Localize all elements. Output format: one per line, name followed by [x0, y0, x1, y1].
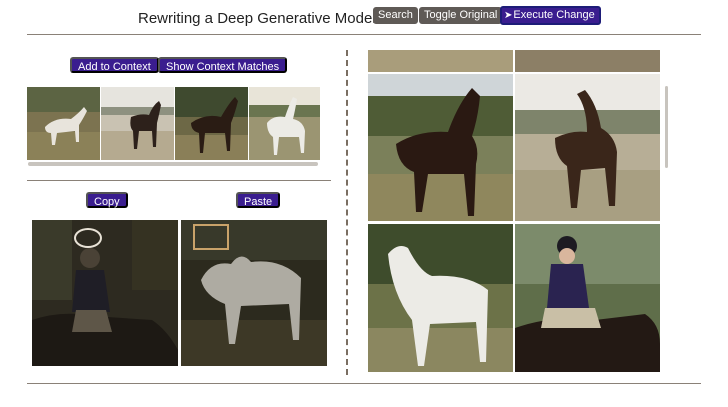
- context-thumbnail[interactable]: [101, 87, 174, 160]
- context-thumbnail[interactable]: [175, 87, 248, 160]
- context-thumbnail[interactable]: [249, 87, 320, 160]
- paste-target-image[interactable]: [181, 220, 327, 366]
- show-context-matches-button[interactable]: Show Context Matches: [158, 57, 288, 73]
- result-image[interactable]: [368, 50, 513, 72]
- results-grid[interactable]: [368, 50, 662, 372]
- horizontal-scrollbar[interactable]: [28, 162, 318, 166]
- result-image[interactable]: [515, 224, 660, 372]
- context-thumbnail-strip[interactable]: [27, 87, 320, 160]
- search-button[interactable]: Search: [373, 7, 418, 24]
- toggle-original-button[interactable]: Toggle Original: [419, 7, 503, 24]
- context-thumbnail[interactable]: [27, 87, 100, 160]
- execute-change-button[interactable]: ➤Execute Change: [500, 6, 601, 25]
- horse-photo-icon: [368, 50, 513, 72]
- cursor-icon: ➤: [504, 10, 513, 21]
- panel-divider: [346, 50, 348, 375]
- selection-outline: [74, 228, 102, 248]
- result-image[interactable]: [368, 74, 513, 221]
- add-to-context-button[interactable]: Add to Context: [70, 57, 159, 73]
- result-image[interactable]: [515, 50, 660, 72]
- horse-photo-icon: [249, 87, 320, 160]
- rider-on-horse-photo-icon: [515, 224, 660, 372]
- paste-button[interactable]: Paste: [236, 192, 281, 208]
- horse-photo-icon: [515, 50, 660, 72]
- copy-source-image[interactable]: [32, 220, 178, 366]
- horse-photo-icon: [175, 87, 248, 160]
- header-divider: [27, 34, 701, 35]
- page-title: Rewriting a Deep Generative Model: [138, 10, 376, 27]
- footer-divider: [27, 383, 701, 384]
- white-horse-photo-icon: [368, 224, 513, 372]
- context-divider: [27, 180, 331, 181]
- horse-photo-icon: [27, 87, 100, 160]
- rider-on-horse-photo-icon: [32, 220, 178, 366]
- execute-change-label: Execute Change: [513, 9, 595, 21]
- paste-target-box[interactable]: [193, 224, 229, 250]
- copy-button[interactable]: Copy: [86, 192, 128, 208]
- dark-horse-photo-icon: [368, 74, 513, 221]
- horse-photo-icon: [101, 87, 174, 160]
- brown-horse-photo-icon: [515, 74, 660, 221]
- vertical-scrollbar[interactable]: [665, 86, 668, 168]
- result-image[interactable]: [515, 74, 660, 221]
- result-image[interactable]: [368, 224, 513, 372]
